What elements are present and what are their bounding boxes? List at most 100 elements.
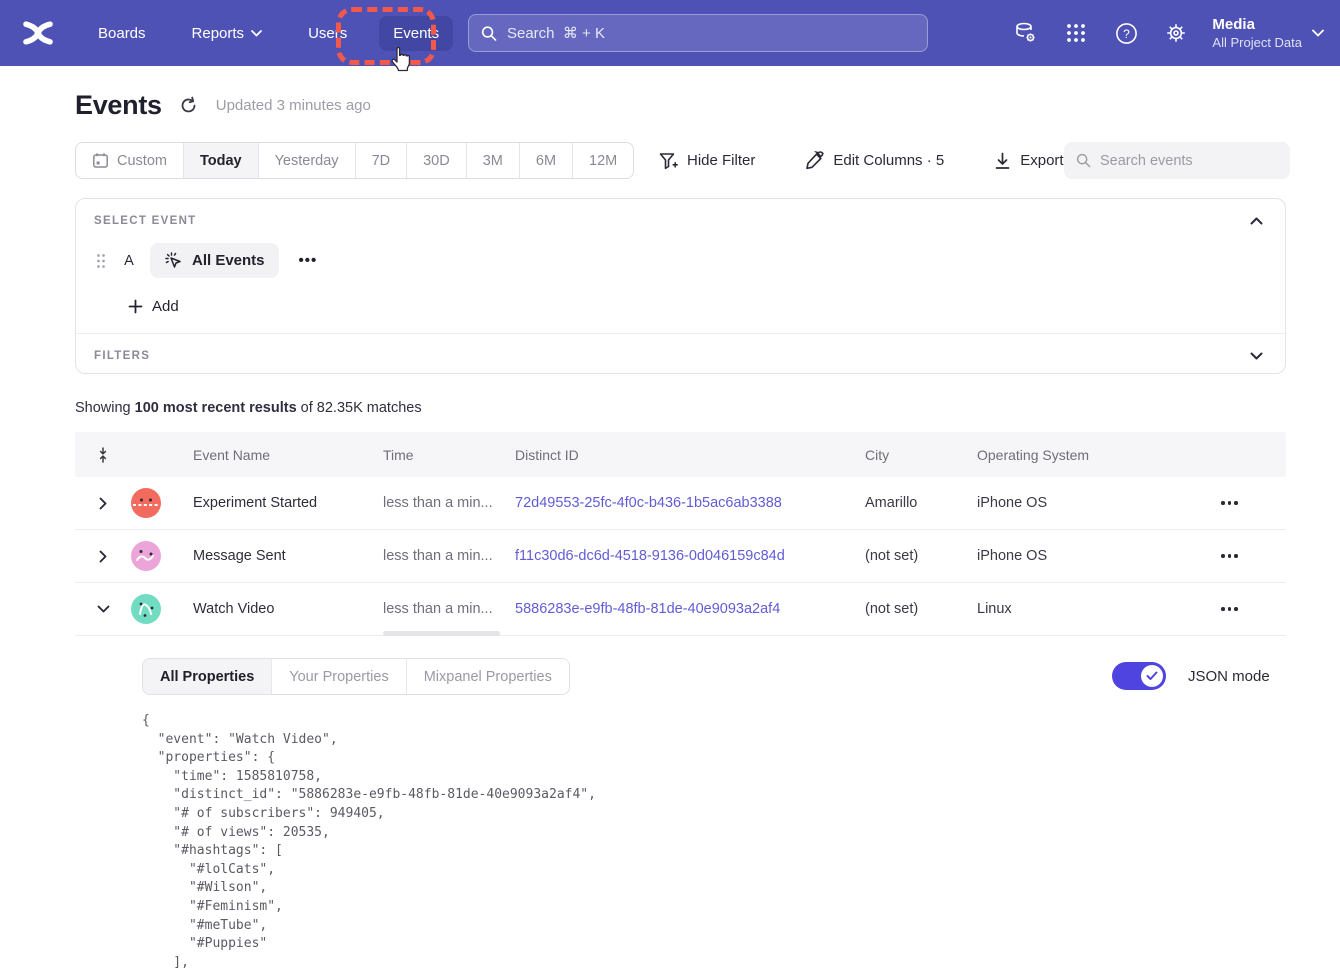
json-mode-toggle[interactable] <box>1112 662 1166 690</box>
tab-your-properties[interactable]: Your Properties <box>272 659 406 694</box>
tab-all-properties[interactable]: All Properties <box>143 659 272 694</box>
chevron-right-icon <box>99 497 107 510</box>
avatar-cell <box>131 488 193 518</box>
filter-icon <box>659 152 678 170</box>
nav-item-label: Boards <box>98 25 146 42</box>
project-switcher[interactable]: Media All Project Data <box>1212 15 1324 50</box>
col-os[interactable]: Operating System <box>977 447 1173 463</box>
events-search[interactable] <box>1064 142 1290 179</box>
date-range-control: Custom Today Yesterday 7D 30D 3M 6M 12M <box>75 142 634 179</box>
nav-items: Boards Reports Users Events <box>84 16 471 51</box>
row-menu-button[interactable] <box>1173 601 1286 617</box>
date-option-label: Today <box>200 153 242 169</box>
apps-grid-button[interactable] <box>1056 13 1096 53</box>
date-option-12m[interactable]: 12M <box>573 143 633 178</box>
mixpanel-logo-icon <box>22 19 54 47</box>
date-option-label: 30D <box>423 153 450 169</box>
col-city[interactable]: City <box>865 447 977 463</box>
distinct-id-link[interactable]: 5886283e-e9fb-48fb-81de-40e9093a2af4 <box>515 601 865 617</box>
pencil-icon <box>805 151 824 170</box>
event-name-cell: Message Sent <box>193 548 383 564</box>
event-name-cell: Watch Video <box>193 601 383 617</box>
row-menu-button[interactable] <box>1173 548 1286 564</box>
summary-suffix: of 82.35K matches <box>297 400 422 416</box>
nav-item-events[interactable]: Events <box>379 16 453 51</box>
database-gear-icon <box>1013 21 1039 45</box>
check-icon <box>1146 671 1158 681</box>
drag-handle-icon[interactable] <box>94 249 108 273</box>
settings-button[interactable] <box>1156 13 1196 53</box>
time-cell: less than a min... <box>383 601 515 617</box>
mixpanel-logo[interactable] <box>20 18 56 48</box>
nav-item-boards[interactable]: Boards <box>84 16 160 51</box>
json-mode-control: JSON mode <box>1112 662 1270 690</box>
event-selector-button[interactable]: All Events <box>150 243 279 278</box>
refresh-button[interactable] <box>178 95 200 117</box>
avatar <box>131 488 161 518</box>
collapse-row-button[interactable] <box>75 605 131 613</box>
calendar-icon <box>92 152 109 169</box>
page-header: Events Updated 3 minutes ago <box>75 90 371 121</box>
expand-all-button[interactable] <box>75 447 131 463</box>
date-option-3m[interactable]: 3M <box>467 143 520 178</box>
help-button[interactable]: ? <box>1106 13 1146 53</box>
events-search-input[interactable] <box>1100 153 1278 169</box>
chevron-right-icon <box>99 550 107 563</box>
export-button[interactable]: Export <box>980 152 1077 170</box>
nav-item-reports[interactable]: Reports <box>178 16 277 51</box>
event-row: A All Events ••• <box>76 229 1285 278</box>
col-event-name[interactable]: Event Name <box>193 447 383 463</box>
table-row[interactable]: Message Sent less than a min... f11c30d6… <box>75 530 1286 583</box>
global-search[interactable] <box>468 14 928 52</box>
date-option-custom[interactable]: Custom <box>76 143 184 178</box>
date-option-yesterday[interactable]: Yesterday <box>259 143 356 178</box>
project-name: Media <box>1212 15 1302 35</box>
json-mode-label: JSON mode <box>1188 668 1270 685</box>
expand-filters-button[interactable] <box>1246 348 1267 364</box>
horizontal-scrollbar-thumb[interactable] <box>383 631 500 636</box>
project-scope: All Project Data <box>1212 35 1302 51</box>
distinct-id-link[interactable]: 72d49553-25fc-4f0c-b436-1b5ac6ab3388 <box>515 495 865 511</box>
edit-columns-label: Edit Columns · 5 <box>833 152 944 169</box>
download-icon <box>994 152 1011 170</box>
edit-columns-button[interactable]: Edit Columns · 5 <box>791 151 958 170</box>
date-option-7d[interactable]: 7D <box>356 143 408 178</box>
chevron-down-icon <box>1250 352 1263 360</box>
date-option-label: Yesterday <box>275 153 339 169</box>
filters-header: FILTERS <box>76 334 1285 378</box>
col-distinct-id[interactable]: Distinct ID <box>515 447 865 463</box>
table-header-row: Event Name Time Distinct ID City Operati… <box>75 432 1286 477</box>
city-cell: Amarillo <box>865 495 977 511</box>
expand-collapse-all-icon <box>97 447 109 463</box>
collapse-section-button[interactable] <box>1246 213 1267 229</box>
gear-icon <box>1164 21 1188 45</box>
global-search-input[interactable] <box>507 25 915 42</box>
tab-mixpanel-properties[interactable]: Mixpanel Properties <box>407 659 569 694</box>
data-management-button[interactable] <box>1006 13 1046 53</box>
row-menu-button[interactable] <box>1173 495 1286 511</box>
events-table: Event Name Time Distinct ID City Operati… <box>75 432 1286 636</box>
refresh-icon <box>179 96 198 115</box>
chevron-down-icon <box>251 30 262 37</box>
city-cell: (not set) <box>865 601 977 617</box>
date-option-label: 3M <box>483 153 503 169</box>
add-event-button[interactable]: Add <box>128 298 179 315</box>
expand-row-button[interactable] <box>75 497 131 510</box>
nav-item-users[interactable]: Users <box>294 16 361 51</box>
summary-prefix: Showing <box>75 400 135 416</box>
time-cell: less than a min... <box>383 495 515 511</box>
event-row-letter: A <box>122 253 136 269</box>
city-cell: (not set) <box>865 548 977 564</box>
expand-row-button[interactable] <box>75 550 131 563</box>
hide-filter-button[interactable]: Hide Filter <box>645 152 769 170</box>
export-label: Export <box>1020 152 1063 169</box>
col-time[interactable]: Time <box>383 447 515 463</box>
table-row-expanded[interactable]: Watch Video less than a min... 5886283e-… <box>75 583 1286 636</box>
table-row[interactable]: Experiment Started less than a min... 72… <box>75 477 1286 530</box>
event-name-cell: Experiment Started <box>193 495 383 511</box>
date-option-30d[interactable]: 30D <box>407 143 467 178</box>
date-option-today[interactable]: Today <box>184 143 259 178</box>
event-row-menu-button[interactable]: ••• <box>293 248 324 273</box>
date-option-6m[interactable]: 6M <box>520 143 573 178</box>
distinct-id-link[interactable]: f11c30d6-dc6d-4518-9136-0d046159c84d <box>515 548 865 564</box>
